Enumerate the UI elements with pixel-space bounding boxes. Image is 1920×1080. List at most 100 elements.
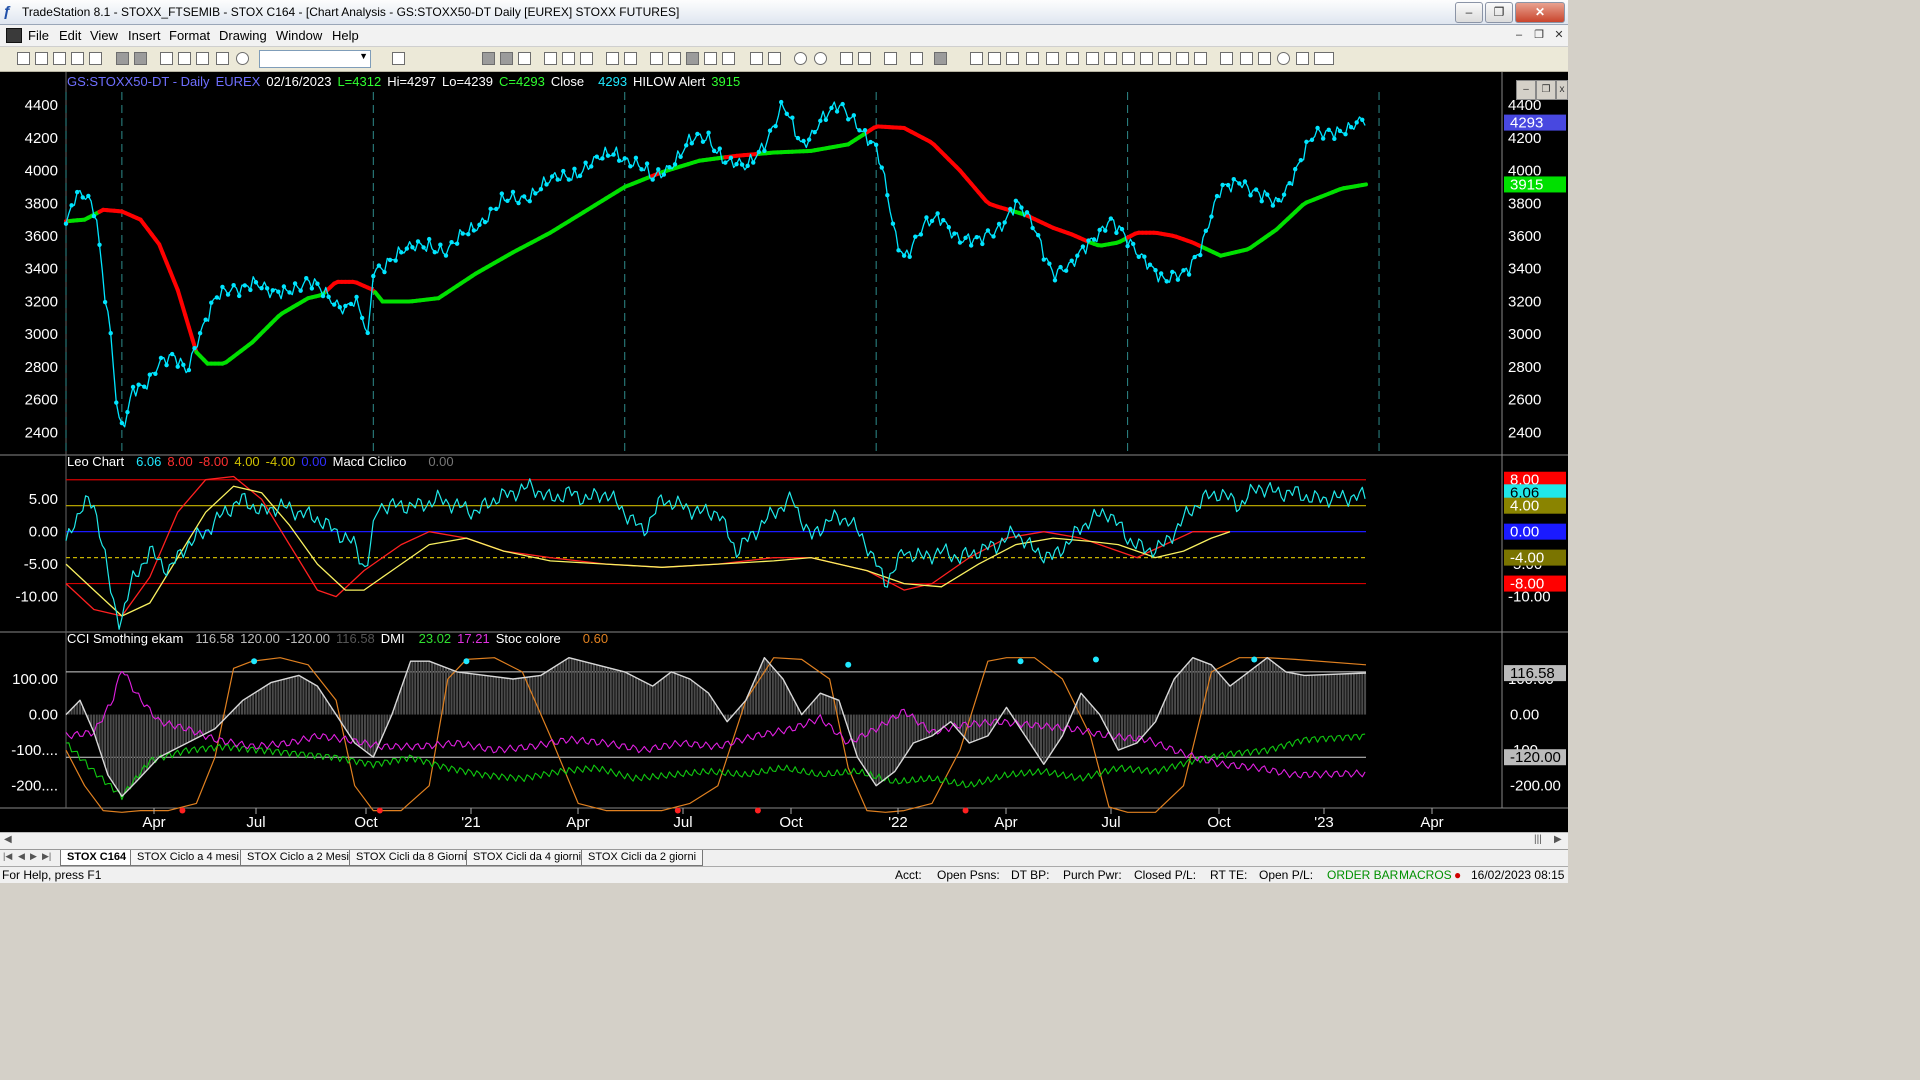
layout-icon[interactable]	[160, 52, 173, 65]
chevron-down-icon[interactable]: ▼	[359, 51, 368, 61]
insert-indicator-icon[interactable]	[580, 52, 593, 65]
matrix-icon[interactable]	[624, 52, 637, 65]
horizontal-scrollbar[interactable]: ◀ ||| ▶	[0, 832, 1568, 850]
cycle-lines-icon[interactable]	[1122, 52, 1135, 65]
maximize-button[interactable]: ❐	[1485, 2, 1513, 23]
tab-stox-cicli-4-giorni[interactable]: STOX Cicli da 4 giorni	[466, 850, 589, 866]
horizontal-line-icon[interactable]	[1006, 52, 1019, 65]
scanner-icon[interactable]	[650, 52, 663, 65]
speed-lines-icon[interactable]	[1066, 52, 1079, 65]
tab-stox-ciclo-2-mesi[interactable]: STOX Ciclo a 2 Mesi	[240, 850, 356, 866]
scroll-right-arrow-icon[interactable]: ▶	[1554, 834, 1562, 845]
lock-icon[interactable]	[196, 52, 209, 65]
chart-document-icon[interactable]	[6, 28, 22, 43]
order-bar-button[interactable]: ORDER BAR	[1327, 868, 1398, 882]
pointer-icon[interactable]	[840, 52, 853, 65]
delete-drawing-icon[interactable]	[934, 52, 947, 65]
tab-first-icon[interactable]: |◀	[3, 851, 12, 862]
andrews-pitchfork-icon[interactable]	[1104, 52, 1117, 65]
price-point	[1136, 254, 1141, 259]
chart-minimize-icon[interactable]: –	[1516, 80, 1536, 100]
crosshair-icon[interactable]	[858, 52, 871, 65]
regression-channel-icon[interactable]	[1086, 52, 1099, 65]
tab-stox-cicli-2-giorni[interactable]: STOX Cicli da 2 giorni	[581, 850, 704, 866]
mdi-minimize-icon[interactable]: –	[1510, 27, 1528, 44]
news-icon[interactable]	[686, 52, 699, 65]
line-chart-icon[interactable]	[518, 52, 531, 65]
y-tick-label-left: 100.00	[12, 671, 58, 688]
drawing-tools-icon[interactable]	[884, 52, 897, 65]
workspace-icon[interactable]	[71, 52, 84, 65]
parallel-lines-icon[interactable]	[1158, 52, 1171, 65]
macros-button[interactable]: MACROS	[1399, 868, 1452, 882]
menu-drawing[interactable]: Drawing	[219, 28, 267, 43]
pen-icon[interactable]	[1194, 52, 1207, 65]
vertical-line-icon[interactable]	[988, 52, 1001, 65]
menu-format[interactable]: Format	[169, 28, 210, 43]
save-icon[interactable]	[53, 52, 66, 65]
mdi-close-icon[interactable]: ✕	[1550, 27, 1568, 44]
tab-next-icon[interactable]: ▶	[30, 851, 37, 862]
scroll-right-icon[interactable]	[768, 52, 781, 65]
tab-stox-ciclo-4-mesi[interactable]: STOX Ciclo a 4 mesi	[130, 850, 246, 866]
options-icon[interactable]	[722, 52, 735, 65]
new-icon[interactable]	[17, 52, 30, 65]
tools-icon[interactable]	[216, 52, 229, 65]
time-sales-icon[interactable]	[668, 52, 681, 65]
open-icon[interactable]	[35, 52, 48, 65]
candlestick-icon[interactable]	[500, 52, 513, 65]
scroll-left-arrow-icon[interactable]: ◀	[4, 834, 12, 845]
fibonacci-icon[interactable]	[1026, 52, 1039, 65]
tradestation-app-icon[interactable]: ƒ	[3, 4, 17, 20]
radar-screen-icon[interactable]	[606, 52, 619, 65]
rectangle-icon[interactable]	[1296, 52, 1309, 65]
print-preview-icon[interactable]	[116, 52, 129, 65]
menu-window[interactable]: Window	[276, 28, 322, 43]
arrow-icon[interactable]	[1140, 52, 1153, 65]
menu-help[interactable]: Help	[332, 28, 359, 43]
scroll-left-icon[interactable]	[750, 52, 763, 65]
quote-icon[interactable]	[704, 52, 717, 65]
chart-analysis-window[interactable]: 4400 4400 4200 4200 4000 4000 3800 3800 3600 3600…	[0, 72, 1568, 832]
curve-icon[interactable]	[1220, 52, 1233, 65]
insert-analysis-icon[interactable]	[544, 52, 557, 65]
text-icon[interactable]	[1314, 52, 1334, 65]
price-point	[175, 364, 180, 369]
scroll-thumb-icon[interactable]: |||	[1534, 834, 1542, 845]
close-button[interactable]: ✕	[1515, 2, 1565, 23]
chart-canvas[interactable]: 4400 44004200 42004000 40003800 38003600 3600…	[0, 72, 1568, 832]
minimize-button[interactable]: –	[1455, 2, 1483, 23]
bar-chart-icon[interactable]	[482, 52, 495, 65]
down-arrow-icon[interactable]	[1240, 52, 1253, 65]
data-window-icon[interactable]	[910, 52, 923, 65]
format-icon[interactable]	[178, 52, 191, 65]
tab-prev-icon[interactable]: ◀	[18, 851, 25, 862]
cci-hist-value: 116.58	[335, 631, 375, 646]
symbol-combo[interactable]: ▼	[259, 50, 371, 68]
price-point	[482, 219, 488, 225]
status-icon[interactable]	[236, 52, 249, 65]
menu-view[interactable]: View	[90, 28, 118, 43]
menu-insert[interactable]: Insert	[128, 28, 161, 43]
chart-close-icon[interactable]: x	[1556, 80, 1568, 100]
zoom-in-icon[interactable]	[794, 52, 807, 65]
zoom-out-icon[interactable]	[814, 52, 827, 65]
trendline-icon[interactable]	[970, 52, 983, 65]
tab-stox-c164[interactable]: STOX C164	[60, 850, 134, 866]
tab-stox-cicli-8-giorni[interactable]: STOX Cicli da 8 Giorni	[349, 850, 474, 866]
arc-icon[interactable]	[1176, 52, 1189, 65]
price-point	[873, 142, 879, 148]
print-icon[interactable]	[134, 52, 147, 65]
menu-file[interactable]: File	[28, 28, 49, 43]
insert-strategy-icon[interactable]	[562, 52, 575, 65]
menu-edit[interactable]: Edit	[59, 28, 81, 43]
gann-fan-icon[interactable]	[1046, 52, 1059, 65]
mdi-restore-icon[interactable]: ❐	[1530, 27, 1548, 44]
up-arrow-icon[interactable]	[1258, 52, 1271, 65]
find-symbol-icon[interactable]	[392, 52, 405, 65]
copy-icon[interactable]	[89, 52, 102, 65]
price-point	[1075, 253, 1080, 258]
chart-restore-icon[interactable]: ❐	[1536, 80, 1556, 100]
ellipse-icon[interactable]	[1277, 52, 1290, 65]
tab-last-icon[interactable]: ▶|	[42, 851, 51, 862]
